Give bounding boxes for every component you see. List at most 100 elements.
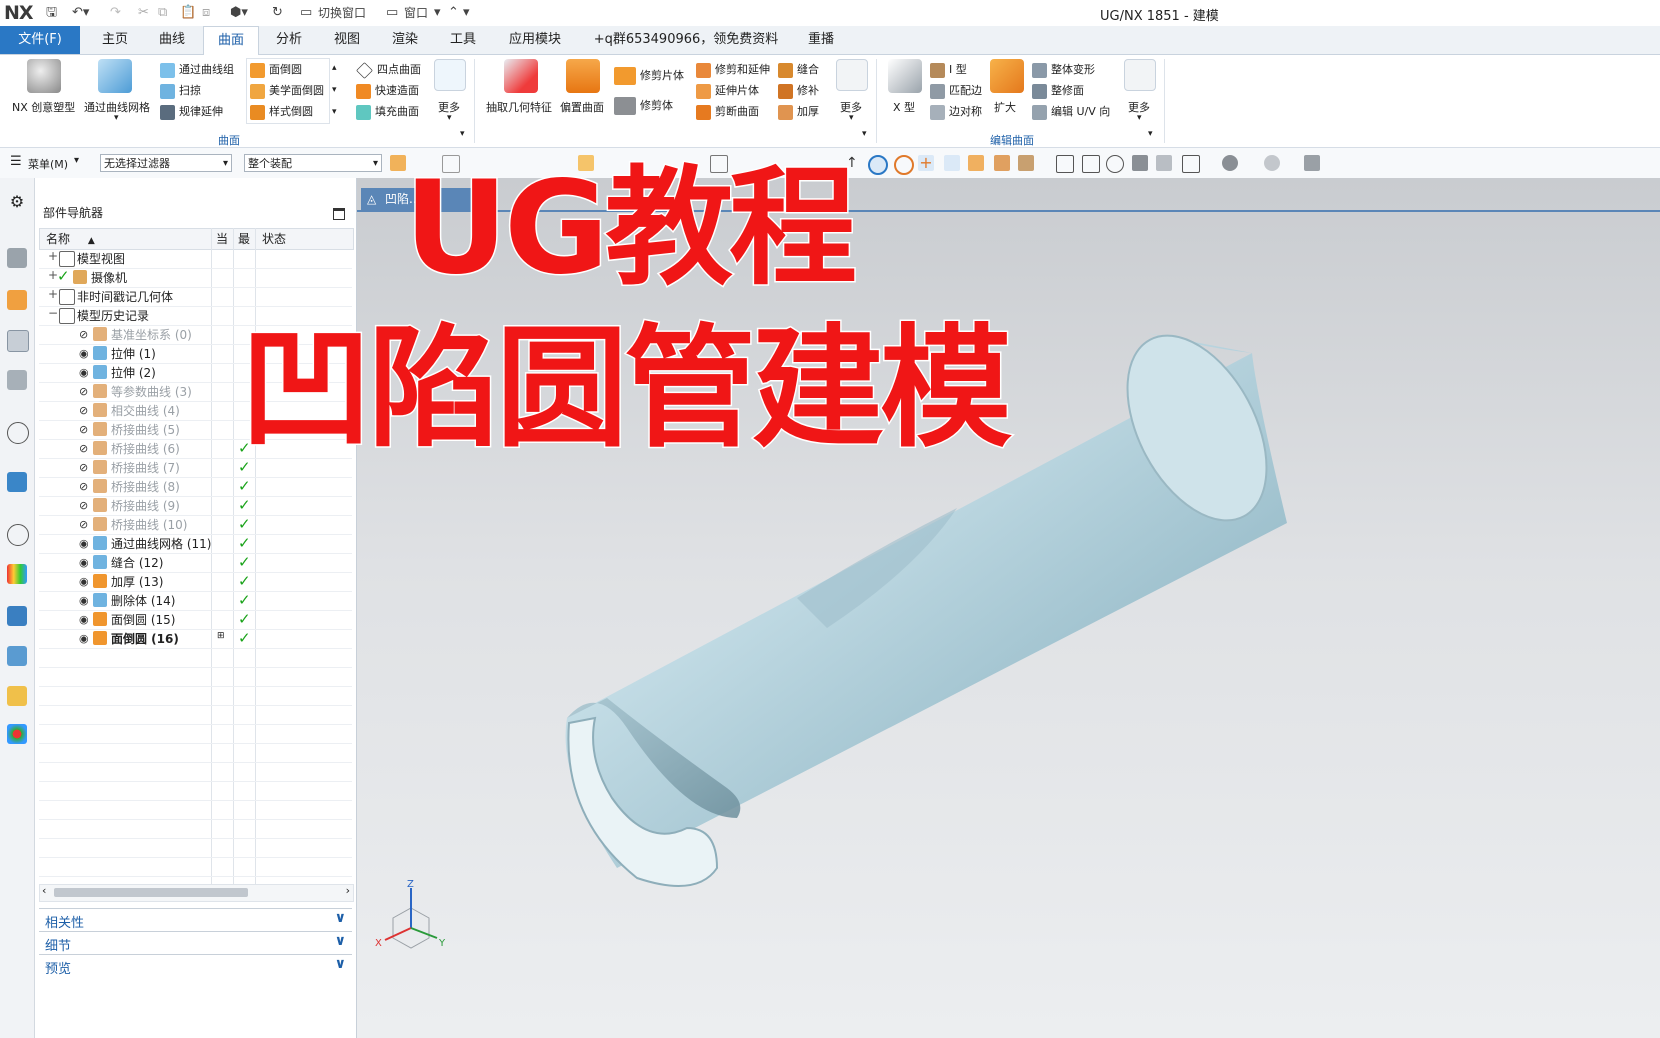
hidden-eye-icon[interactable]: ⊘ <box>79 442 88 455</box>
edit-more-dropdown-icon[interactable]: ▾ <box>1137 113 1142 123</box>
match-edge-button[interactable]: 匹配边 <box>930 82 982 99</box>
through-curve-mesh-dropdown-icon[interactable]: ▾ <box>114 113 119 123</box>
visible-eye-icon[interactable]: ◉ <box>79 347 89 360</box>
redo-icon[interactable]: ↷ <box>110 4 121 22</box>
shade-icon[interactable]: ⬢▾ <box>230 4 248 22</box>
tree-row[interactable]: ⊘ 桥接曲线 (9) ✓ <box>39 495 352 516</box>
tree-row[interactable]: ◉ 缝合 (12) ✓ <box>39 552 352 573</box>
repeat-command-icon[interactable]: ↻ <box>272 4 283 22</box>
window-menu-button[interactable]: 窗口 <box>404 4 428 22</box>
visible-eye-icon[interactable]: ◉ <box>79 366 89 379</box>
tree-row[interactable]: ⊘ 桥接曲线 (8) ✓ <box>39 476 352 497</box>
quick-surface-button[interactable]: 快速造面 <box>356 82 419 99</box>
thicken-button[interactable]: 加厚 <box>778 103 819 120</box>
web-browser-icon[interactable] <box>7 472 27 492</box>
tab-applications[interactable]: 应用模块 <box>494 26 576 54</box>
panel-preview[interactable]: 预览 ∨ <box>39 954 352 977</box>
view-orient-icon[interactable] <box>1132 155 1148 171</box>
tab-view[interactable]: 视图 <box>320 26 374 54</box>
edge-symmetry-button[interactable]: 边对称 <box>930 103 982 120</box>
gallery-expand-icon[interactable]: ▾ <box>332 107 337 117</box>
extend-sheet-button[interactable]: 延伸片体 <box>696 82 759 99</box>
column-name[interactable]: 名称 ▲ <box>40 229 212 249</box>
x-form-button[interactable]: X 型 <box>893 99 915 115</box>
tab-tools[interactable]: 工具 <box>436 26 490 54</box>
view-fit-icon[interactable] <box>1056 155 1074 173</box>
panel-dependencies[interactable]: 相关性 ∨ <box>39 908 352 931</box>
tab-curve[interactable]: 曲线 <box>146 26 198 54</box>
patch-button[interactable]: 修补 <box>778 82 819 99</box>
scroll-right-icon[interactable]: › <box>346 884 350 897</box>
tree-row[interactable]: ◉ 通过曲线网格 (11) ✓ <box>39 533 352 554</box>
column-status[interactable]: 状态 <box>256 229 353 249</box>
extract-geometry-button[interactable]: 抽取几何特征 <box>486 99 552 115</box>
visible-eye-icon[interactable]: ◉ <box>79 537 89 550</box>
collapse-icon[interactable]: − <box>48 306 58 320</box>
scrollbar-thumb[interactable] <box>54 888 248 897</box>
snap-on-curve-icon[interactable] <box>944 155 960 171</box>
edit-group-menu-icon[interactable]: ▾ <box>1148 129 1153 139</box>
trim-body-button[interactable]: 修剪体 <box>614 97 673 115</box>
tab-replay[interactable]: 重播 <box>794 26 848 54</box>
save-icon[interactable]: 🖫 <box>46 4 57 22</box>
hidden-eye-icon[interactable]: ⊘ <box>79 385 88 398</box>
view-style-icon[interactable] <box>1156 155 1172 171</box>
paste-special-icon[interactable]: ⧈ <box>202 4 210 22</box>
ruled-extend-button[interactable]: 规律延伸 <box>160 103 223 120</box>
window-icon[interactable]: ▭ <box>386 4 398 22</box>
menu-icon[interactable]: ☰ <box>10 154 22 169</box>
sweep-button[interactable]: 扫掠 <box>160 82 201 99</box>
ops-more-dropdown-icon[interactable]: ▾ <box>849 113 854 123</box>
visible-check-icon[interactable]: ✓ <box>57 267 70 285</box>
hidden-eye-icon[interactable]: ⊘ <box>79 423 88 436</box>
history-clock-icon[interactable] <box>7 524 29 546</box>
hidden-eye-icon[interactable]: ⊘ <box>79 404 88 417</box>
render-style-icon[interactable] <box>1222 155 1238 171</box>
nx-creative-modeling-button[interactable]: NX 创意塑型 <box>12 99 75 115</box>
switch-window-button[interactable]: 切换窗口 <box>318 4 366 22</box>
snap-quadrant-icon[interactable] <box>894 155 914 175</box>
expand-icon[interactable]: + <box>48 249 58 263</box>
face-blend-button[interactable]: 面倒圆 <box>250 61 302 78</box>
hidden-eye-icon[interactable]: ⊘ <box>79 499 88 512</box>
copy-icon[interactable]: ⧉ <box>158 4 167 22</box>
tab-analysis[interactable]: 分析 <box>262 26 316 54</box>
palette-icon[interactable] <box>7 724 27 744</box>
global-shaping-button[interactable]: 整体变形 <box>1032 61 1095 78</box>
scroll-left-icon[interactable]: ‹ <box>42 884 46 897</box>
constraint-navigator-icon[interactable] <box>7 290 27 310</box>
enlarge-button[interactable]: 扩大 <box>994 99 1016 115</box>
snap-center-icon[interactable] <box>868 155 888 175</box>
tab-file[interactable]: 文件(F) <box>0 26 80 54</box>
settings-gear-icon[interactable]: ⚙ <box>7 192 27 212</box>
tree-row[interactable]: ◉ 加厚 (13) ✓ <box>39 571 352 592</box>
snap-bounded-icon[interactable] <box>1018 155 1034 171</box>
visible-eye-icon[interactable]: ◉ <box>79 556 89 569</box>
role-icon[interactable] <box>7 646 27 666</box>
cut-icon[interactable]: ✂ <box>138 4 149 22</box>
tab-home[interactable]: 主页 <box>88 26 142 54</box>
split-surface-button[interactable]: 剪断曲面 <box>696 103 759 120</box>
visible-eye-icon[interactable]: ◉ <box>79 594 89 607</box>
hd3d-tools-icon[interactable] <box>7 422 29 444</box>
snap-intersection-icon[interactable]: + <box>918 155 934 171</box>
ribbon-collapse-icon[interactable]: ⌃ ▾ <box>448 4 470 22</box>
tree-row[interactable]: ◉ 删除体 (14) ✓ <box>39 590 352 611</box>
edit-uv-direction-button[interactable]: 编辑 U/V 向 <box>1032 103 1110 120</box>
four-point-surface-button[interactable]: 四点曲面 <box>356 61 421 79</box>
reuse-library-icon[interactable] <box>7 370 27 390</box>
assembly-navigator-icon[interactable] <box>7 248 27 268</box>
tree-row[interactable]: ⊘ 桥接曲线 (10) ✓ <box>39 514 352 535</box>
refit-face-button[interactable]: 整修面 <box>1032 82 1084 99</box>
expand-icon[interactable]: + <box>48 287 58 301</box>
i-form-button[interactable]: I 型 <box>930 61 967 78</box>
type-filter-dropdown[interactable]: 无选择过滤器 <box>100 154 232 173</box>
switch-window-icon[interactable]: ▭ <box>300 4 312 22</box>
gallery-scroll-down-icon[interactable]: ▾ <box>332 85 337 95</box>
through-curves-button[interactable]: 通过曲线组 <box>160 61 234 78</box>
fill-surface-button[interactable]: 填充曲面 <box>356 103 419 120</box>
tab-render[interactable]: 渲染 <box>378 26 432 54</box>
view-rotate-icon[interactable] <box>1106 155 1124 173</box>
layer-settings-icon[interactable] <box>1304 155 1320 171</box>
manufacturing-wizard-icon[interactable] <box>7 606 27 626</box>
